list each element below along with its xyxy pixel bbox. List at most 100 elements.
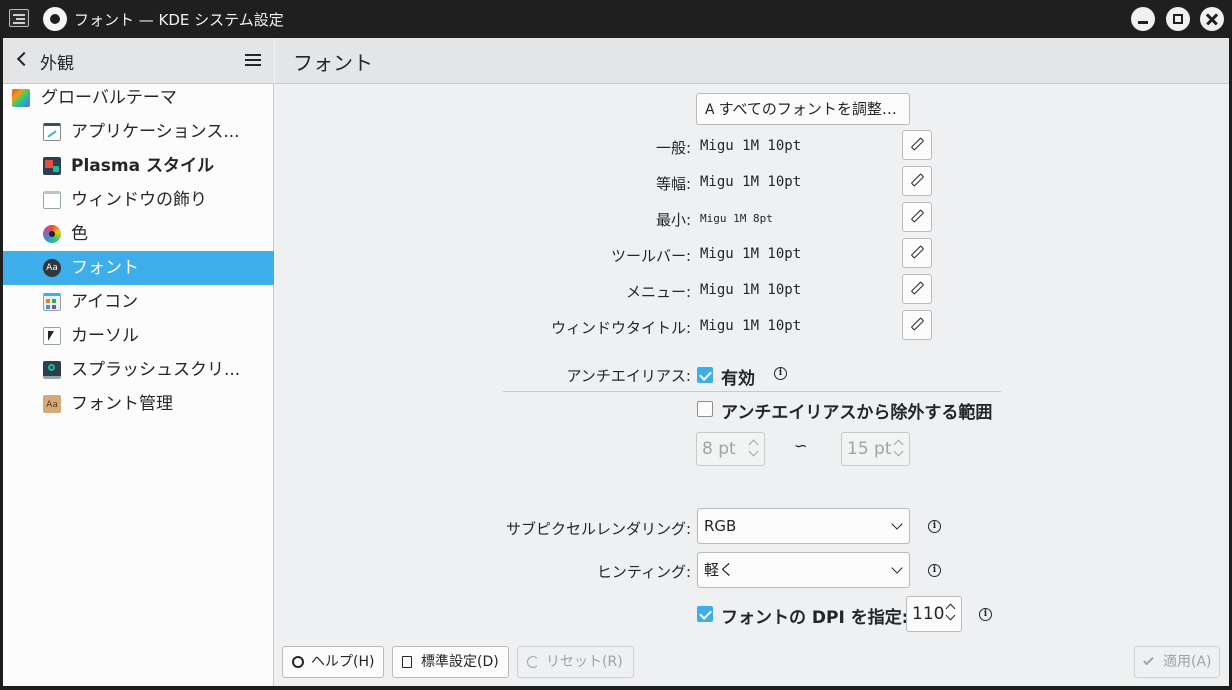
sidebar-item-label: フォント [71, 258, 139, 278]
help-lifebuoy-icon [292, 656, 304, 668]
chevron-down-icon [891, 518, 903, 530]
sidebar-item-label: アプリケーションス... [71, 122, 240, 142]
adjust-fonts-icon: A [705, 102, 715, 118]
edit-pen-icon [910, 209, 925, 223]
sidebar-item-label: ウィンドウの飾り [71, 190, 207, 210]
minimize-button[interactable] [1131, 7, 1155, 31]
sidebar-item-application-style[interactable]: アプリケーションス... [3, 115, 274, 149]
settings-window: 外観 グローバルテーマ アプリケーションス... Plasma スタイル ウィン… [3, 38, 1229, 686]
help-button[interactable]: ヘルプ(H) [282, 646, 384, 678]
toolbar-font-label: ツールバー: [610, 247, 691, 265]
menu-font-value: Migu 1M 10pt [700, 282, 802, 298]
window-decoration-icon [43, 191, 61, 209]
apply-button[interactable]: 適用(A) [1134, 646, 1220, 678]
footer-bar: ヘルプ(H) 標準設定(D) リセット(R) 適用(A) [275, 638, 1229, 686]
sidebar-item-icons[interactable]: アイコン [3, 285, 274, 319]
reset-button[interactable]: リセット(R) [517, 646, 634, 678]
menu-font-edit-button[interactable] [902, 274, 932, 304]
window-menu-icon[interactable] [9, 9, 29, 27]
exclude-range-label: アンチエイリアスから除外する範囲 [721, 403, 993, 423]
dpi-label: フォントの DPI を指定: [721, 608, 909, 628]
window-title-font-edit-button[interactable] [902, 310, 932, 340]
antialias-checkbox[interactable] [697, 367, 713, 383]
exclude-to-spinbox[interactable]: 15 pt [841, 432, 910, 466]
sidebar-item-splash-screen[interactable]: スプラッシュスクリ... [3, 353, 274, 387]
sidebar-item-label: グローバルテーマ [41, 88, 177, 108]
fonts-form: A すべてのフォントを調整… 一般: Migu 1M 10pt 等幅: Migu … [275, 84, 1229, 632]
toolbar-font-value: Migu 1M 10pt [700, 246, 802, 262]
sidebar-list: グローバルテーマ アプリケーションス... Plasma スタイル ウィンドウの… [3, 81, 274, 421]
general-font-value: Migu 1M 10pt [700, 138, 802, 154]
antialias-enabled-label: 有効 [721, 369, 755, 389]
exclude-from-spinbox[interactable]: 8 pt [696, 432, 765, 466]
sidebar-item-fonts[interactable]: Aa フォント [3, 251, 274, 285]
general-font-edit-button[interactable] [902, 130, 932, 160]
hinting-label: ヒンティング: [596, 563, 691, 581]
sidebar-item-plasma-style[interactable]: Plasma スタイル [3, 149, 274, 183]
dpi-checkbox[interactable] [697, 606, 713, 622]
spin-arrows-icon[interactable] [748, 439, 758, 457]
info-icon[interactable]: i [928, 564, 941, 577]
info-icon[interactable]: i [928, 520, 941, 533]
title-bar: フォント — KDE システム設定 [0, 0, 1232, 38]
subpixel-value: RGB [704, 517, 737, 535]
sidebar-item-label: アイコン [71, 292, 139, 312]
reset-button-label: リセット(R) [546, 654, 623, 670]
info-icon[interactable]: i [774, 367, 787, 380]
font-icon: Aa [43, 259, 61, 277]
dpi-value: 110 [912, 604, 945, 624]
exclude-range-checkbox[interactable] [697, 401, 713, 417]
window-title-font-value: Migu 1M 10pt [700, 318, 802, 334]
application-style-icon [43, 123, 61, 141]
sidebar-item-label: 色 [71, 224, 88, 244]
edit-pen-icon [910, 245, 925, 259]
defaults-button[interactable]: 標準設定(D) [392, 646, 509, 678]
edit-pen-icon [910, 281, 925, 295]
general-font-label: 一般: [655, 139, 691, 157]
info-icon[interactable]: i [979, 608, 992, 621]
menu-font-label: メニュー: [625, 283, 691, 301]
window-title: フォント — KDE システム設定 [74, 11, 284, 29]
cursor-icon [43, 327, 61, 345]
plasma-style-icon [43, 157, 61, 175]
exclude-from-value: 8 pt [702, 439, 736, 459]
spin-arrows-icon[interactable] [945, 603, 955, 621]
hinting-value: 軽く [704, 561, 735, 579]
sidebar-item-label: フォント管理 [71, 394, 173, 414]
sidebar-header: 外観 [3, 38, 274, 84]
adjust-all-fonts-label: すべてのフォントを調整… [718, 100, 897, 118]
close-button[interactable] [1200, 7, 1224, 31]
dpi-spinbox[interactable]: 110 [906, 596, 962, 632]
small-font-label: 最小: [655, 211, 691, 229]
fixed-width-font-edit-button[interactable] [902, 166, 932, 196]
fixed-width-font-label: 等幅: [655, 175, 691, 193]
global-theme-icon [12, 89, 30, 107]
sidebar-item-global-theme[interactable]: グローバルテーマ [3, 81, 274, 115]
adjust-all-fonts-button[interactable]: A すべてのフォントを調整… [696, 93, 910, 125]
maximize-button[interactable] [1166, 7, 1190, 31]
color-icon [43, 225, 61, 243]
subpixel-select[interactable]: RGB [697, 508, 910, 544]
small-font-edit-button[interactable] [902, 202, 932, 232]
toolbar-font-edit-button[interactable] [902, 238, 932, 268]
icons-icon [43, 293, 61, 311]
small-font-value: Migu 1M 8pt [700, 212, 773, 225]
back-icon[interactable] [16, 51, 32, 67]
window-title-font-label: ウィンドウタイトル: [550, 319, 691, 337]
splash-screen-icon [43, 361, 61, 379]
document-defaults-icon [402, 656, 412, 668]
sidebar-item-window-decoration[interactable]: ウィンドウの飾り [3, 183, 274, 217]
fixed-width-font-value: Migu 1M 10pt [700, 174, 802, 190]
sidebar: 外観 グローバルテーマ アプリケーションス... Plasma スタイル ウィン… [3, 38, 274, 686]
sidebar-item-cursors[interactable]: カーソル [3, 319, 274, 353]
apply-button-label: 適用(A) [1163, 654, 1212, 670]
hinting-select[interactable]: 軽く [697, 552, 910, 588]
page-title: フォント [293, 51, 373, 75]
font-management-icon: Aa [43, 395, 61, 413]
sidebar-item-font-management[interactable]: Aa フォント管理 [3, 387, 274, 421]
hamburger-menu-icon[interactable] [245, 53, 261, 67]
sidebar-item-label: Plasma スタイル [71, 156, 214, 176]
antialias-label: アンチエイリアス: [566, 367, 691, 385]
spin-arrows-icon[interactable] [893, 439, 903, 457]
sidebar-item-colors[interactable]: 色 [3, 217, 274, 251]
